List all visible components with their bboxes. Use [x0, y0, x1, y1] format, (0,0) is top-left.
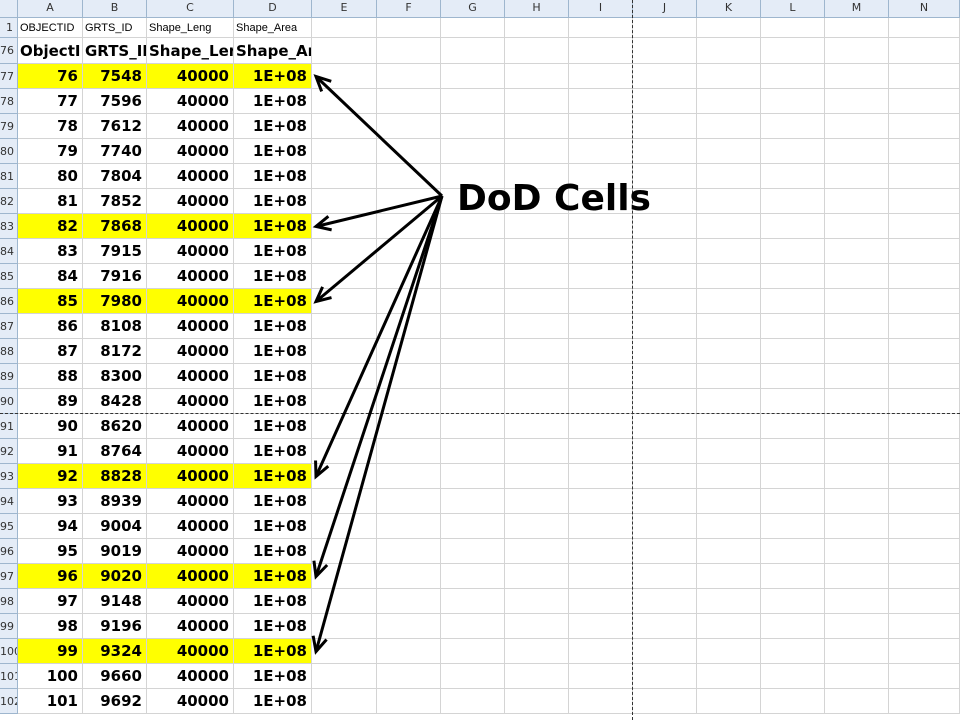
annotation-arrows	[311, 74, 444, 655]
arrow-line	[314, 75, 444, 198]
arrow-line	[314, 195, 444, 577]
arrow-line	[314, 195, 444, 478]
arrow-line	[314, 195, 444, 652]
